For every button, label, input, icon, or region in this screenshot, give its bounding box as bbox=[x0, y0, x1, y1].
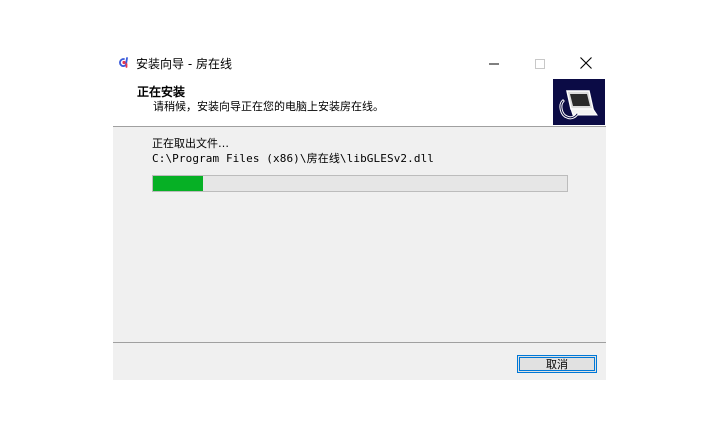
window-title: 安装向导 - 房在线 bbox=[136, 57, 232, 71]
page-subtitle: 请稍候，安装向导正在您的电脑上安装房在线。 bbox=[153, 100, 384, 113]
title-bar: 安装向导 - 房在线 bbox=[113, 48, 606, 78]
status-text: 正在取出文件… bbox=[152, 137, 229, 150]
close-button[interactable] bbox=[563, 48, 609, 78]
page-title: 正在安装 bbox=[137, 85, 186, 99]
installer-logo bbox=[553, 79, 605, 125]
app-logo-icon bbox=[116, 56, 132, 72]
minimize-button[interactable] bbox=[471, 48, 517, 78]
close-icon bbox=[580, 54, 592, 73]
installer-window: 安装向导 - 房在线 正在安装 请稍候，安装向导正在您的电脑上安装房在线。 正在… bbox=[113, 48, 606, 380]
install-progress-bar bbox=[152, 175, 568, 192]
maximize-button[interactable] bbox=[517, 48, 563, 78]
maximize-icon bbox=[535, 54, 545, 73]
footer-divider bbox=[113, 342, 606, 343]
cancel-button[interactable]: 取消 bbox=[517, 355, 597, 373]
progress-fill bbox=[153, 176, 203, 191]
current-file-path: C:\Program Files (x86)\房在线\libGLESv2.dll bbox=[152, 152, 435, 165]
installer-computer-icon bbox=[553, 90, 605, 129]
wizard-header: 正在安装 请稍候，安装向导正在您的电脑上安装房在线。 bbox=[113, 78, 606, 127]
minimize-icon bbox=[489, 54, 499, 73]
